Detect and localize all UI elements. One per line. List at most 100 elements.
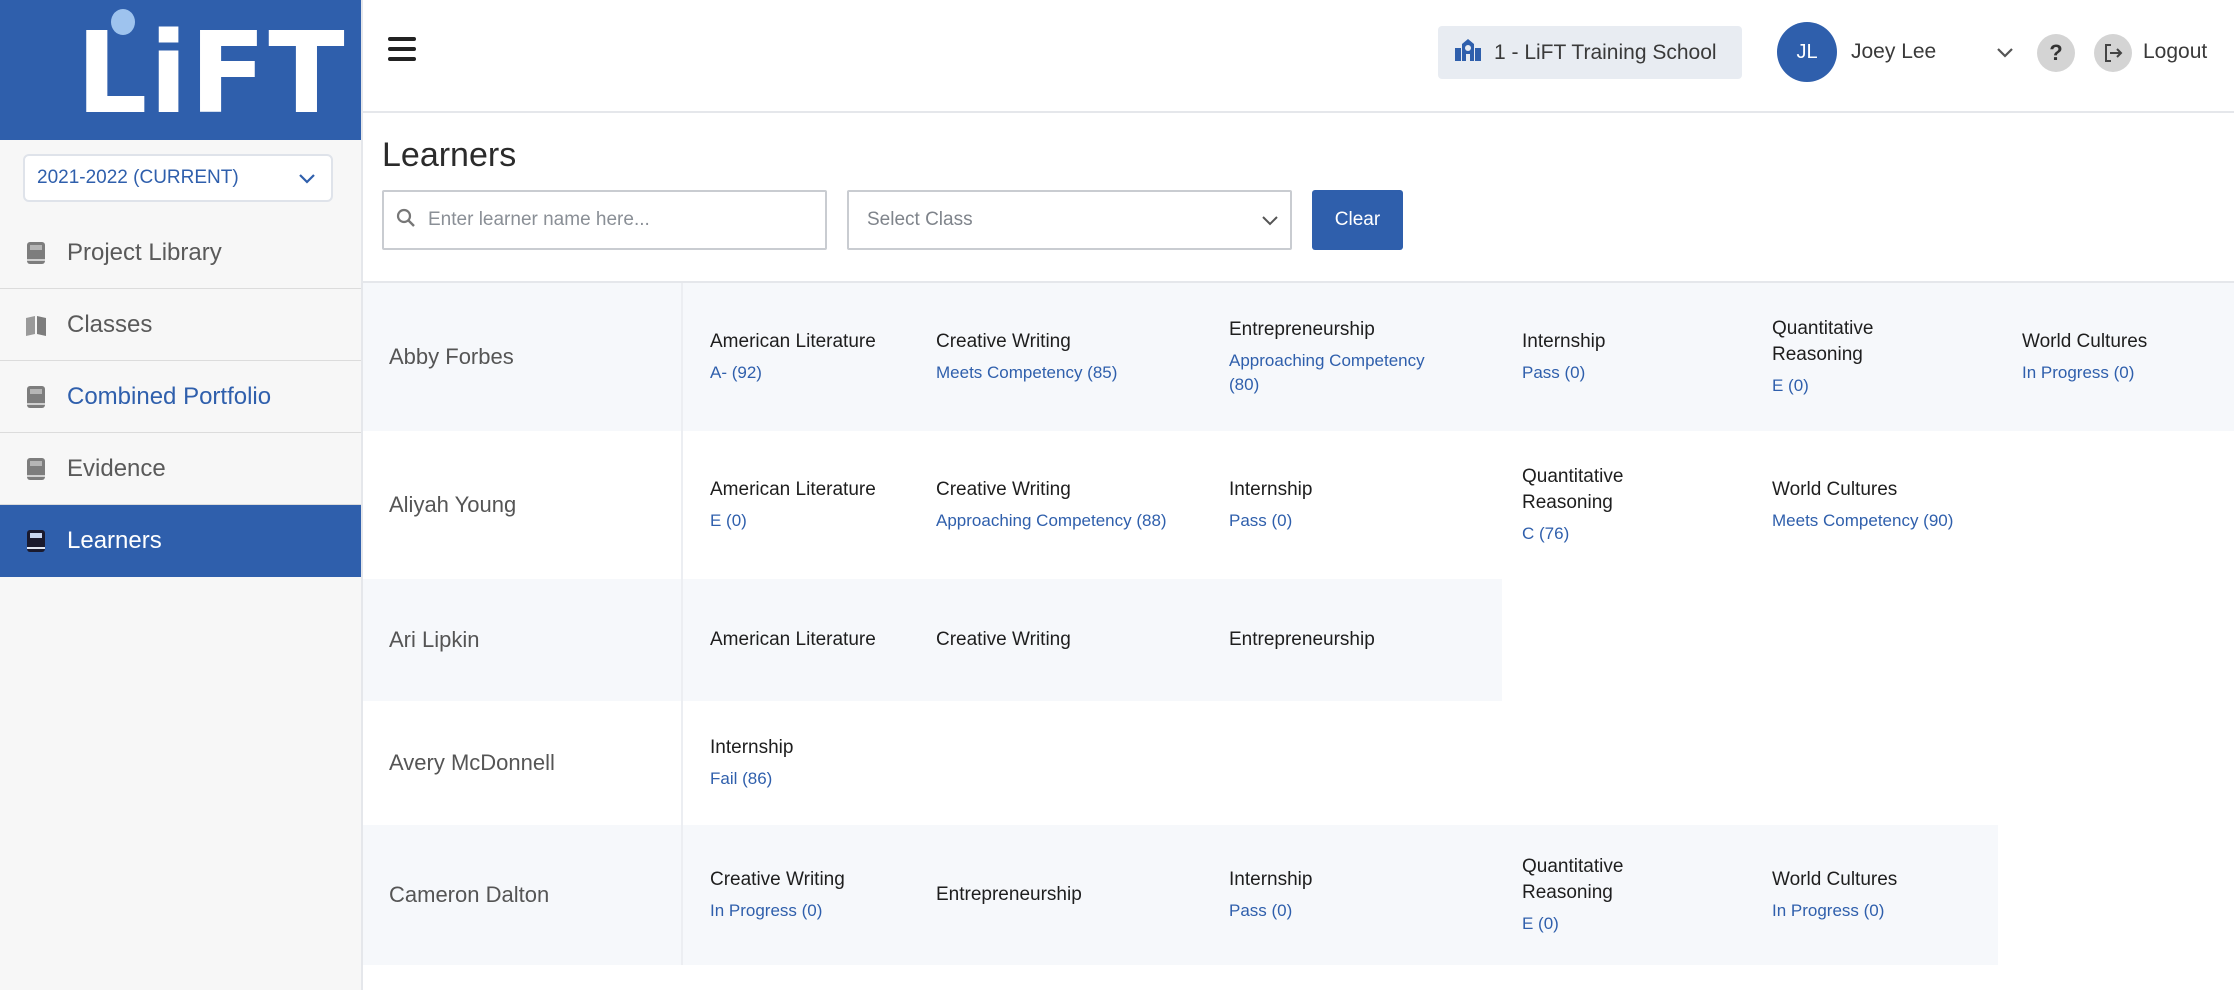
school-selector[interactable]: 1 - LiFT Training School — [1438, 26, 1742, 79]
course-grade[interactable]: In Progress (0) — [1772, 899, 1992, 923]
course-name: Creative Writing — [936, 629, 1071, 650]
sidebar-item-label: Evidence — [67, 454, 166, 482]
course-grade[interactable]: Pass (0) — [1522, 361, 1772, 385]
course-cell: Internship Pass (0) — [1229, 825, 1522, 965]
course-name: Entrepreneurship — [1229, 629, 1375, 650]
course-grade[interactable]: E (0) — [1522, 912, 1662, 936]
course-grade[interactable]: Fail (86) — [710, 767, 936, 791]
course-cell: Creative Writing — [936, 579, 1229, 701]
course-grade[interactable]: Meets Competency (85) — [936, 361, 1229, 385]
logout-button[interactable]: Logout — [2143, 40, 2207, 64]
course-cell: Internship Pass (0) — [1229, 431, 1522, 579]
learner-name[interactable]: Cameron Dalton — [363, 825, 683, 965]
user-name[interactable]: Joey Lee — [1851, 40, 1936, 64]
course-name: American Literature — [710, 331, 876, 352]
course-grade[interactable]: In Progress (0) — [2022, 361, 2222, 385]
clear-button[interactable]: Clear — [1312, 190, 1403, 250]
course-grade[interactable]: E (0) — [710, 509, 936, 533]
sidebar-item-classes[interactable]: Classes — [0, 289, 361, 361]
course-cell: Creative Writing Approaching Competency … — [936, 431, 1229, 579]
course-grade[interactable]: Pass (0) — [1229, 899, 1522, 923]
sidebar-item-label: Classes — [67, 310, 153, 338]
course-cell: Quantitative Reasoning C (76) — [1522, 431, 1772, 579]
course-grade[interactable]: Pass (0) — [1229, 509, 1522, 533]
class-select-value: Select Class — [867, 209, 973, 230]
sidebar-item-evidence[interactable]: Evidence — [0, 433, 361, 505]
course-name: World Cultures — [1772, 479, 1898, 500]
search-icon — [396, 208, 416, 233]
search-input[interactable] — [426, 208, 810, 232]
course-name: World Cultures — [2022, 331, 2148, 352]
logo-area: LiFT — [0, 0, 361, 140]
course-cell: Internship Fail (86) — [710, 701, 936, 825]
course-cell: Entrepreneurship — [936, 825, 1229, 965]
learner-name[interactable]: Abby Forbes — [363, 283, 683, 431]
learner-search — [382, 190, 827, 250]
course-name: American Literature — [710, 479, 876, 500]
learner-row: Ari Lipkin American Literature Creative … — [363, 579, 2234, 701]
year-select-value: 2021-2022 (CURRENT) — [37, 167, 239, 188]
sidebar-item-project-library[interactable]: Project Library — [0, 217, 361, 289]
logo: LiFT — [76, 9, 347, 139]
course-cell: American Literature — [710, 579, 936, 701]
sidebar-item-label: Learners — [67, 527, 162, 554]
course-name: World Cultures — [1772, 869, 1898, 890]
top-header: 1 - LiFT Training School JL Joey Lee ? L… — [363, 0, 2234, 113]
course-cell: American Literature A- (92) — [710, 283, 936, 431]
sidebar-item-learners[interactable]: Learners — [0, 505, 361, 577]
sidebar-item-label: Project Library — [67, 238, 222, 266]
course-name: Creative Writing — [936, 479, 1071, 500]
course-grade[interactable]: E (0) — [1772, 374, 1932, 398]
course-list: American Literature E (0) Creative Writi… — [683, 431, 2032, 579]
course-cell: Quantitative Reasoning E (0) — [1522, 825, 1772, 965]
help-icon[interactable]: ? — [2037, 34, 2075, 72]
book-icon — [25, 528, 47, 554]
course-name: Internship — [1229, 869, 1313, 890]
year-select[interactable]: 2021-2022 (CURRENT) — [23, 154, 333, 202]
course-name: Entrepreneurship — [936, 884, 1082, 905]
course-name: Quantitative Reasoning — [1522, 466, 1624, 513]
course-name: Creative Writing — [936, 331, 1071, 352]
course-list: Creative Writing In Progress (0) Entrepr… — [683, 825, 1998, 965]
learner-row: Abby Forbes American Literature A- (92) … — [363, 283, 2234, 431]
book-icon — [25, 456, 47, 482]
course-grade[interactable]: Approaching Competency (88) — [936, 509, 1169, 533]
course-cell: Creative Writing Meets Competency (85) — [936, 283, 1229, 431]
course-cell: American Literature E (0) — [710, 431, 936, 579]
course-grade[interactable]: C (76) — [1522, 522, 1662, 546]
chevron-down-icon[interactable] — [1995, 42, 2015, 67]
book-icon — [25, 384, 47, 410]
learner-name[interactable]: Avery McDonnell — [363, 701, 683, 825]
course-grade[interactable]: Approaching Competency (80) — [1229, 349, 1452, 397]
sidebar-nav: Project Library Classes Combined Portfol… — [0, 217, 361, 577]
course-name: Internship — [1229, 479, 1313, 500]
sidebar-item-combined-portfolio[interactable]: Combined Portfolio — [0, 361, 361, 433]
course-cell: Quantitative Reasoning E (0) — [1772, 283, 2022, 431]
learner-row: Avery McDonnell Internship Fail (86) — [363, 701, 2234, 825]
school-icon — [1454, 38, 1482, 68]
class-select[interactable]: Select Class — [847, 190, 1292, 250]
course-grade[interactable]: In Progress (0) — [710, 899, 936, 923]
chevron-down-icon — [297, 168, 317, 194]
learner-name[interactable]: Ari Lipkin — [363, 579, 683, 701]
learner-name[interactable]: Aliyah Young — [363, 431, 683, 579]
menu-icon[interactable] — [388, 37, 416, 65]
logout-icon[interactable] — [2094, 34, 2132, 72]
chevron-down-icon — [1260, 210, 1280, 236]
course-grade[interactable]: A- (92) — [710, 361, 936, 385]
avatar[interactable]: JL — [1777, 22, 1837, 82]
learner-row: Cameron Dalton Creative Writing In Progr… — [363, 825, 2234, 965]
course-name: Quantitative Reasoning — [1522, 856, 1624, 903]
course-cell: World Cultures In Progress (0) — [2022, 283, 2222, 431]
course-cell: Entrepreneurship Approaching Competency … — [1229, 283, 1522, 431]
course-name: American Literature — [710, 629, 876, 650]
course-name: Internship — [710, 737, 794, 758]
course-name: Entrepreneurship — [1229, 319, 1375, 340]
learner-row: Aliyah Young American Literature E (0) C… — [363, 431, 2234, 579]
book-icon — [25, 240, 47, 266]
course-cell: Creative Writing In Progress (0) — [710, 825, 936, 965]
course-grade[interactable]: Meets Competency (90) — [1772, 509, 2032, 533]
course-cell: World Cultures In Progress (0) — [1772, 825, 1992, 965]
course-name: Creative Writing — [710, 869, 845, 890]
course-list: Internship Fail (86) — [683, 701, 936, 825]
